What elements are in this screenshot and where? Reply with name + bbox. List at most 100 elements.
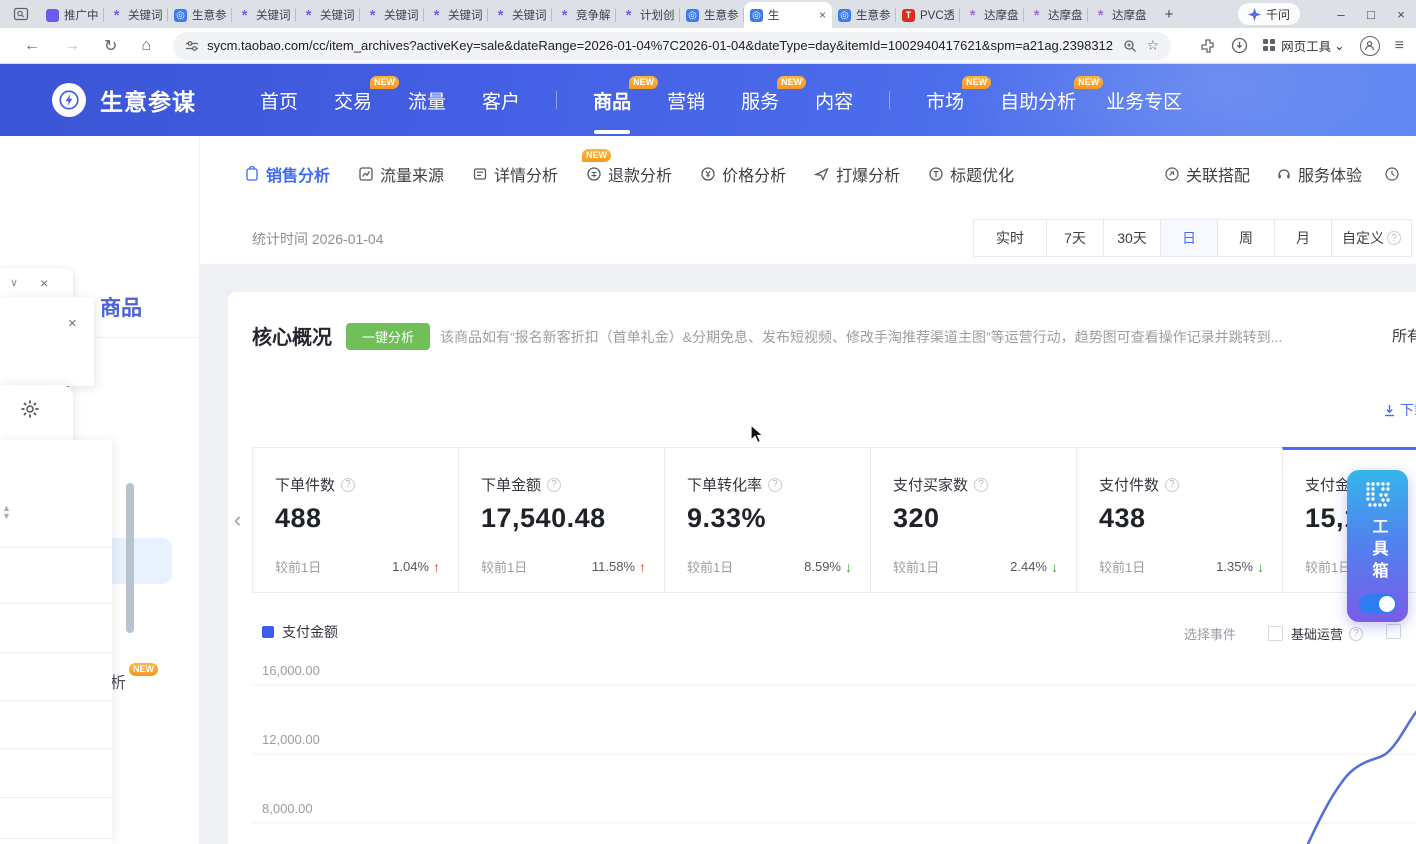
range-custom[interactable]: 自定义? (1331, 220, 1411, 256)
browser-tab[interactable]: TPVC透 (896, 2, 960, 28)
profile-avatar[interactable] (1360, 36, 1380, 56)
range-realtime[interactable]: 实时 (974, 220, 1046, 256)
range-30d[interactable]: 30天 (1103, 220, 1160, 256)
help-icon[interactable]: ? (768, 478, 782, 492)
address-bar[interactable]: sycm.taobao.com/cc/item_archives?activeK… (173, 32, 1171, 60)
bookmark-star-icon[interactable]: ☆ (1147, 37, 1160, 54)
site-settings-icon[interactable] (185, 39, 199, 53)
tab-hit-analysis[interactable]: 打爆分析 (814, 162, 900, 186)
url-text[interactable]: sycm.taobao.com/cc/item_archives?activeK… (207, 38, 1113, 53)
help-icon[interactable]: ? (1165, 478, 1179, 492)
tab-sales-analysis[interactable]: 销售分析 (244, 162, 330, 186)
window-maximize-button[interactable]: □ (1356, 1, 1386, 27)
home-icon[interactable]: ⌂ (141, 37, 151, 55)
gear-icon[interactable] (20, 399, 40, 419)
nav-item-trade[interactable]: 交易NEW (334, 87, 372, 114)
help-icon[interactable]: ? (341, 478, 355, 492)
metric-card-order-amount[interactable]: 下单金额? 17,540.48 较前1日11.58%↑ (458, 447, 665, 593)
carousel-left-icon[interactable]: ‹ (234, 507, 241, 533)
browser-tab[interactable]: *关键词 (424, 2, 488, 28)
toggle-knob (1379, 596, 1395, 612)
event-checkbox-2[interactable] (1386, 624, 1401, 639)
browser-tab[interactable]: *达摩盘 (1088, 2, 1152, 28)
tab-detail-analysis[interactable]: 详情分析 (472, 162, 558, 186)
tab-search-icon[interactable] (10, 4, 32, 24)
select-event-label[interactable]: 选择事件 (1184, 624, 1236, 643)
browser-tab[interactable]: 推广中 (40, 2, 104, 28)
sycm-logo-icon[interactable] (52, 83, 86, 117)
browser-tab[interactable]: *达摩盘 (1024, 2, 1088, 28)
toolbox-toggle[interactable] (1359, 594, 1397, 614)
nav-item-content[interactable]: 内容 (815, 87, 853, 114)
event-checkbox-basic-ops[interactable]: 基础运营 ? (1268, 624, 1363, 643)
browser-tab[interactable]: *竞争解 (552, 2, 616, 28)
window-minimize-button[interactable]: – (1326, 1, 1356, 27)
tab-title-optimization[interactable]: 标题优化 (928, 162, 1014, 186)
tab-traffic-source[interactable]: 流量来源 (358, 162, 444, 186)
tab-refund-analysis[interactable]: NEW 退款分析 (586, 162, 672, 186)
download-link[interactable]: 下载 (1383, 400, 1416, 420)
brand-title[interactable]: 生意参谋 (100, 83, 196, 117)
chevron-down-icon[interactable]: ∨ (10, 276, 18, 289)
extensions-icon[interactable] (1200, 38, 1216, 54)
zoom-page-icon[interactable] (1123, 39, 1137, 53)
new-tab-button[interactable]: + (1158, 3, 1180, 25)
nav-item-customer[interactable]: 客户 (482, 87, 520, 114)
webtools-menu[interactable]: 网页工具 ⌄ (1263, 36, 1345, 55)
browser-tab[interactable]: *关键词 (232, 2, 296, 28)
metric-card-paid-items[interactable]: 支付件数? 438 较前1日1.35%↓ (1076, 447, 1283, 593)
nav-item-product[interactable]: 商品NEW (593, 87, 631, 114)
link-service-experience[interactable]: 服务体验 (1276, 162, 1362, 186)
metric-card-order-items[interactable]: 下单件数? 488 较前1日1.04%↑ (252, 447, 459, 593)
nav-item-self-analysis[interactable]: 自助分析NEW (1000, 87, 1076, 114)
nav-item-business-zone[interactable]: 业务专区 (1106, 87, 1182, 114)
help-icon[interactable]: ? (1349, 627, 1363, 641)
core-overview-panel: 核心概况 一键分析 该商品如有“报名新客折扣（首单礼金）&分期免息、发布短视频、… (228, 292, 1416, 844)
nav-item-traffic[interactable]: 流量 (408, 87, 446, 114)
back-icon[interactable]: ← (24, 37, 40, 55)
sort-chevrons-icon[interactable]: ▲▼ (2, 504, 11, 520)
range-7d[interactable]: 7天 (1046, 220, 1103, 256)
browser-tab[interactable]: *关键词 (488, 2, 552, 28)
browser-tab[interactable]: *关键词 (104, 2, 168, 28)
chart-legend[interactable]: 支付金额 (262, 622, 338, 642)
nav-item-market[interactable]: 市场NEW (926, 87, 964, 114)
browser-tab[interactable]: *达摩盘 (960, 2, 1024, 28)
forward-icon[interactable]: → (64, 37, 80, 55)
one-click-analysis-button[interactable]: 一键分析 (346, 323, 430, 350)
tab-price-analysis[interactable]: 价格分析 (700, 162, 786, 186)
browser-tab[interactable]: ◎生意参 (680, 2, 744, 28)
help-icon[interactable]: ? (547, 478, 561, 492)
browser-tab[interactable]: *计划创 (616, 2, 680, 28)
browser-menu-icon[interactable]: ≡ (1395, 37, 1404, 55)
browser-tab[interactable]: *关键词 (296, 2, 360, 28)
range-week[interactable]: 周 (1217, 220, 1274, 256)
browser-tab[interactable]: *关键词 (360, 2, 424, 28)
toolbox-widget[interactable]: 工具箱 (1347, 470, 1408, 622)
window-close-button[interactable]: × (1386, 1, 1416, 27)
browser-tab[interactable]: ◎生意参 (168, 2, 232, 28)
link-related-matching[interactable]: 关联搭配 (1164, 162, 1250, 186)
nav-item-home[interactable]: 首页 (260, 87, 298, 114)
terminal-dropdown[interactable]: 所有 (1392, 325, 1416, 346)
browser-tab-active[interactable]: ◎生× (744, 2, 832, 28)
reload-icon[interactable]: ↻ (104, 36, 117, 56)
metric-card-order-conversion[interactable]: 下单转化率? 9.33% 较前1日8.59%↓ (664, 447, 871, 593)
checkbox[interactable] (1268, 626, 1283, 641)
range-month[interactable]: 月 (1274, 220, 1331, 256)
panel-scrollbar-thumb[interactable] (126, 483, 134, 633)
range-day[interactable]: 日 (1160, 220, 1217, 256)
checkbox[interactable] (1386, 624, 1401, 639)
close-icon[interactable]: × (68, 315, 77, 332)
download-manager-icon[interactable] (1231, 37, 1248, 54)
browser-tab[interactable]: ◎生意参 (832, 2, 896, 28)
nav-item-marketing[interactable]: 营销 (667, 87, 705, 114)
help-icon[interactable]: ? (974, 478, 988, 492)
nav-item-service[interactable]: 服务NEW (741, 87, 779, 114)
qianwen-assistant-button[interactable]: 千问 (1238, 3, 1300, 25)
help-icon[interactable]: ? (1387, 231, 1401, 245)
close-icon[interactable]: × (40, 275, 48, 291)
metric-card-paying-buyers[interactable]: 支付买家数? 320 较前1日2.44%↓ (870, 447, 1077, 593)
cut-icon[interactable] (1384, 166, 1406, 182)
tab-close-icon[interactable]: × (819, 8, 826, 22)
